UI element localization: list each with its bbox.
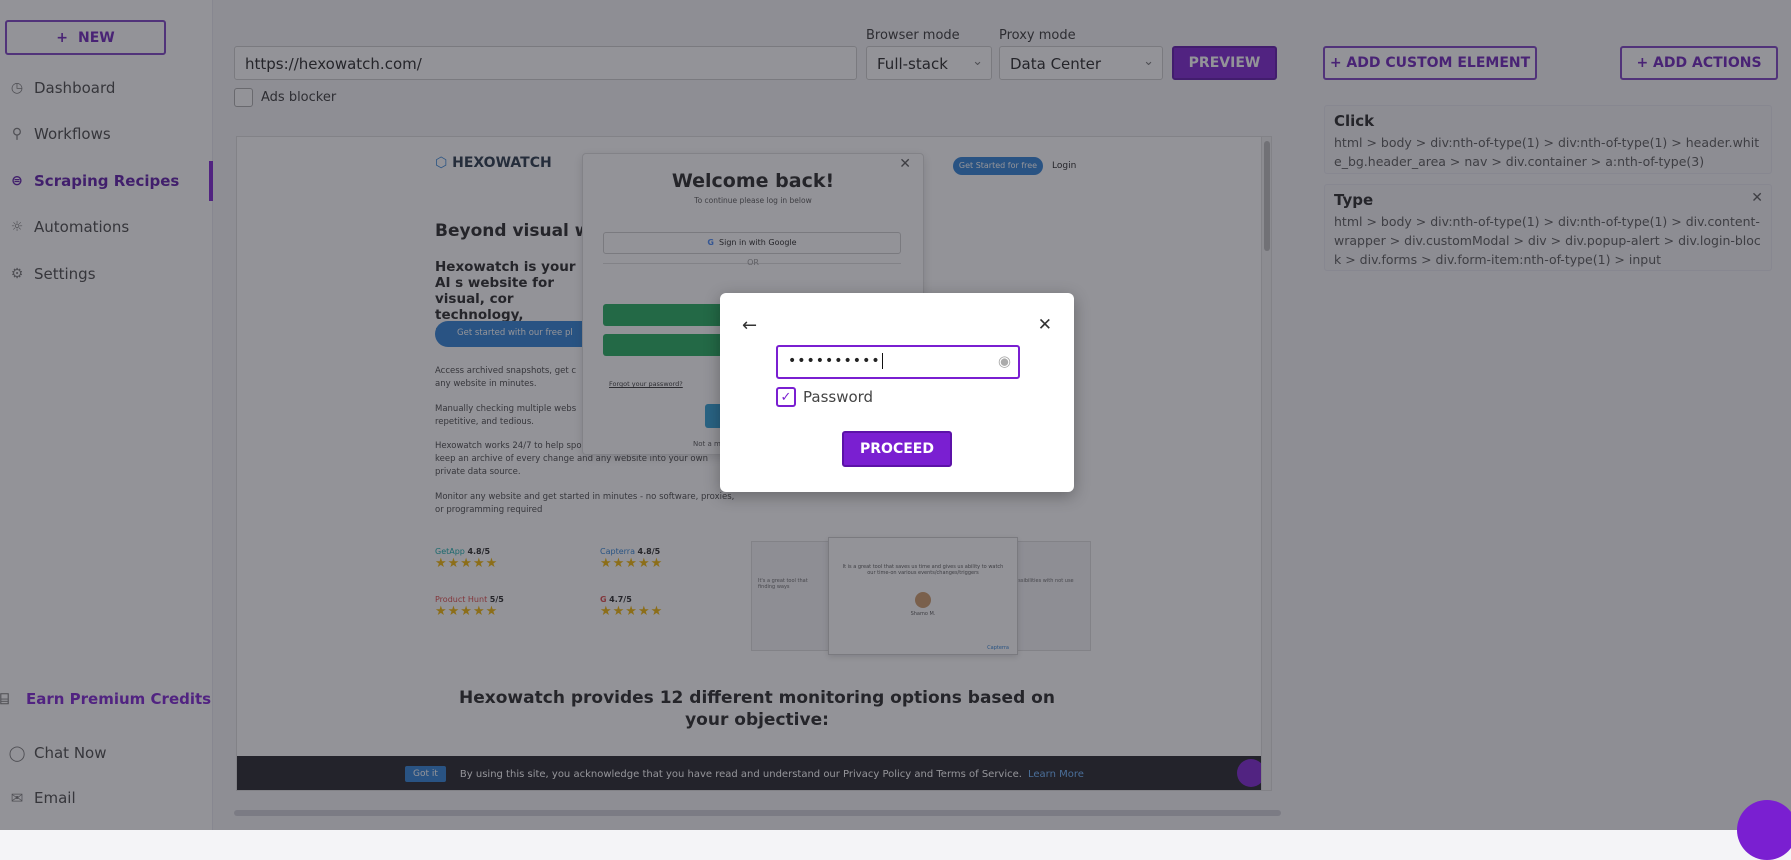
password-modal: ← ✕ •••••••••• ◉ ✓ Password PROCEED — [720, 293, 1074, 492]
close-icon[interactable]: ✕ — [1038, 315, 1052, 335]
chat-widget-icon[interactable] — [1737, 800, 1791, 860]
eye-icon[interactable]: ◉ — [998, 352, 1012, 370]
password-field[interactable]: •••••••••• ◉ — [776, 345, 1020, 379]
password-checkbox-label: Password — [803, 388, 874, 406]
back-arrow-icon[interactable]: ← — [742, 315, 757, 336]
password-checkbox[interactable]: ✓ — [776, 387, 796, 407]
proceed-button[interactable]: PROCEED — [842, 431, 952, 467]
